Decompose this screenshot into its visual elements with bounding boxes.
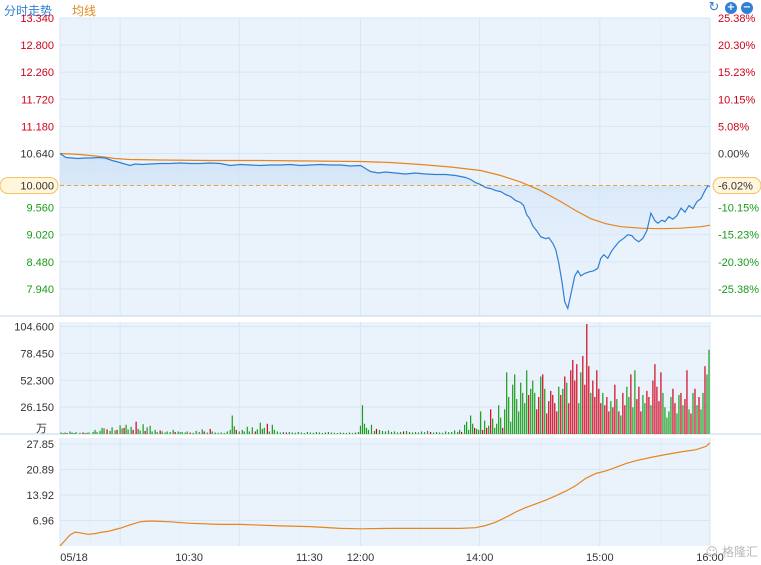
price-tick-label: 7.940	[26, 284, 54, 296]
price-tick-label: 10.640	[20, 148, 54, 160]
price-tick-label: 9.560	[26, 203, 54, 215]
pct-tick-label: 10.15%	[718, 94, 756, 106]
watermark-logo: ☺ 格隆汇	[706, 544, 758, 559]
pct-tick-label: -6.02%	[718, 181, 753, 193]
volume-tick-label: 52.300	[20, 375, 54, 387]
time-tick-label: 14:00	[466, 552, 494, 564]
time-tick-label: 11:30	[296, 552, 323, 564]
pct-tick-label: 20.30%	[718, 40, 756, 52]
cumulative-tick-label: 13.92	[26, 490, 54, 502]
price-tick-label: 12.260	[20, 67, 54, 79]
price-tick-label: 11.720	[21, 94, 54, 106]
volume-tick-label: 26.150	[20, 402, 54, 414]
cumulative-panel-bg	[60, 438, 710, 546]
price-tick-label: 13.340	[20, 13, 54, 25]
time-tick-label: 15:00	[586, 552, 614, 564]
cumulative-tick-label: 6.96	[33, 516, 54, 528]
pct-tick-label: 5.08%	[718, 121, 749, 133]
pct-tick-label: -20.30%	[718, 257, 759, 269]
price-tick-label: 10.000	[20, 181, 54, 193]
cumulative-tick-label: 27.85	[26, 439, 54, 451]
price-tick-label: 12.800	[20, 40, 54, 52]
pct-tick-label: 15.23%	[718, 67, 756, 79]
volume-unit-label: 万	[36, 423, 47, 435]
pct-tick-label: 25.38%	[718, 13, 756, 25]
price-tick-label: 9.020	[26, 230, 54, 242]
price-tick-label: 11.180	[21, 121, 54, 133]
pct-tick-label: -25.38%	[718, 284, 759, 296]
cumulative-tick-label: 20.89	[26, 465, 54, 477]
time-tick-label: 12:00	[347, 552, 375, 564]
pct-tick-label: -15.23%	[718, 230, 759, 242]
pct-tick-label: 0.00%	[718, 148, 749, 160]
time-tick-label: 05/18	[60, 552, 88, 564]
time-tick-label: 10:30	[175, 552, 203, 564]
panel-backgrounds	[0, 18, 761, 546]
pct-tick-label: -10.15%	[718, 203, 759, 215]
price-tick-label: 8.480	[26, 257, 54, 269]
volume-tick-label: 104.600	[14, 322, 54, 334]
volume-tick-label: 78.450	[20, 348, 54, 360]
intraday-chart: 13.340 25.38% 12.800 20.30% 12.260 15.23% 11.7…	[0, 13, 761, 564]
